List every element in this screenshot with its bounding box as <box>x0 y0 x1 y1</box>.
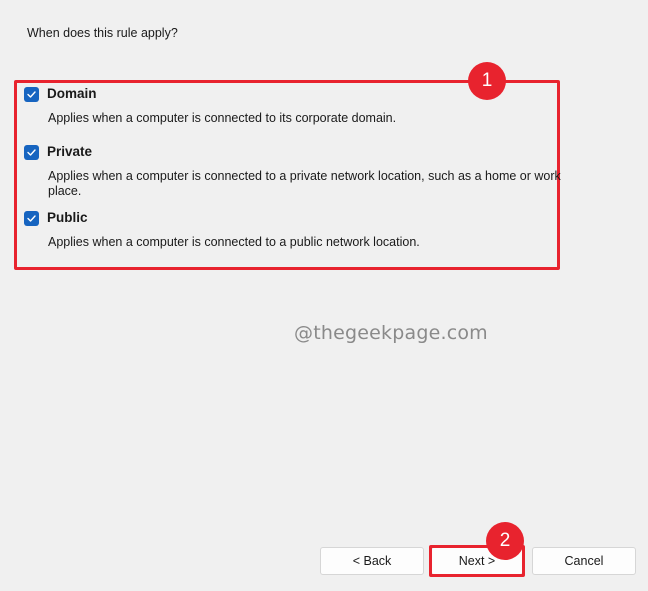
public-checkbox[interactable] <box>24 211 39 226</box>
checkmark-icon <box>27 215 36 222</box>
checkmark-icon <box>27 91 36 98</box>
cancel-button[interactable]: Cancel <box>532 547 636 575</box>
public-label[interactable]: Public <box>47 210 88 225</box>
rule-apply-question: When does this rule apply? <box>27 26 178 40</box>
watermark: @thegeekpage.com <box>294 322 488 344</box>
domain-label[interactable]: Domain <box>47 86 97 101</box>
private-description: Applies when a computer is connected to … <box>48 169 561 198</box>
checkmark-icon <box>27 149 36 156</box>
rule-profile-page: When does this rule apply? Domain Applie… <box>0 0 648 591</box>
private-label[interactable]: Private <box>47 144 92 159</box>
step-badge-1: 1 <box>468 62 506 100</box>
private-checkbox[interactable] <box>24 145 39 160</box>
domain-checkbox[interactable] <box>24 87 39 102</box>
back-button[interactable]: < Back <box>320 547 424 575</box>
public-description: Applies when a computer is connected to … <box>48 235 420 249</box>
domain-description: Applies when a computer is connected to … <box>48 111 397 125</box>
step-badge-2: 2 <box>486 522 524 560</box>
